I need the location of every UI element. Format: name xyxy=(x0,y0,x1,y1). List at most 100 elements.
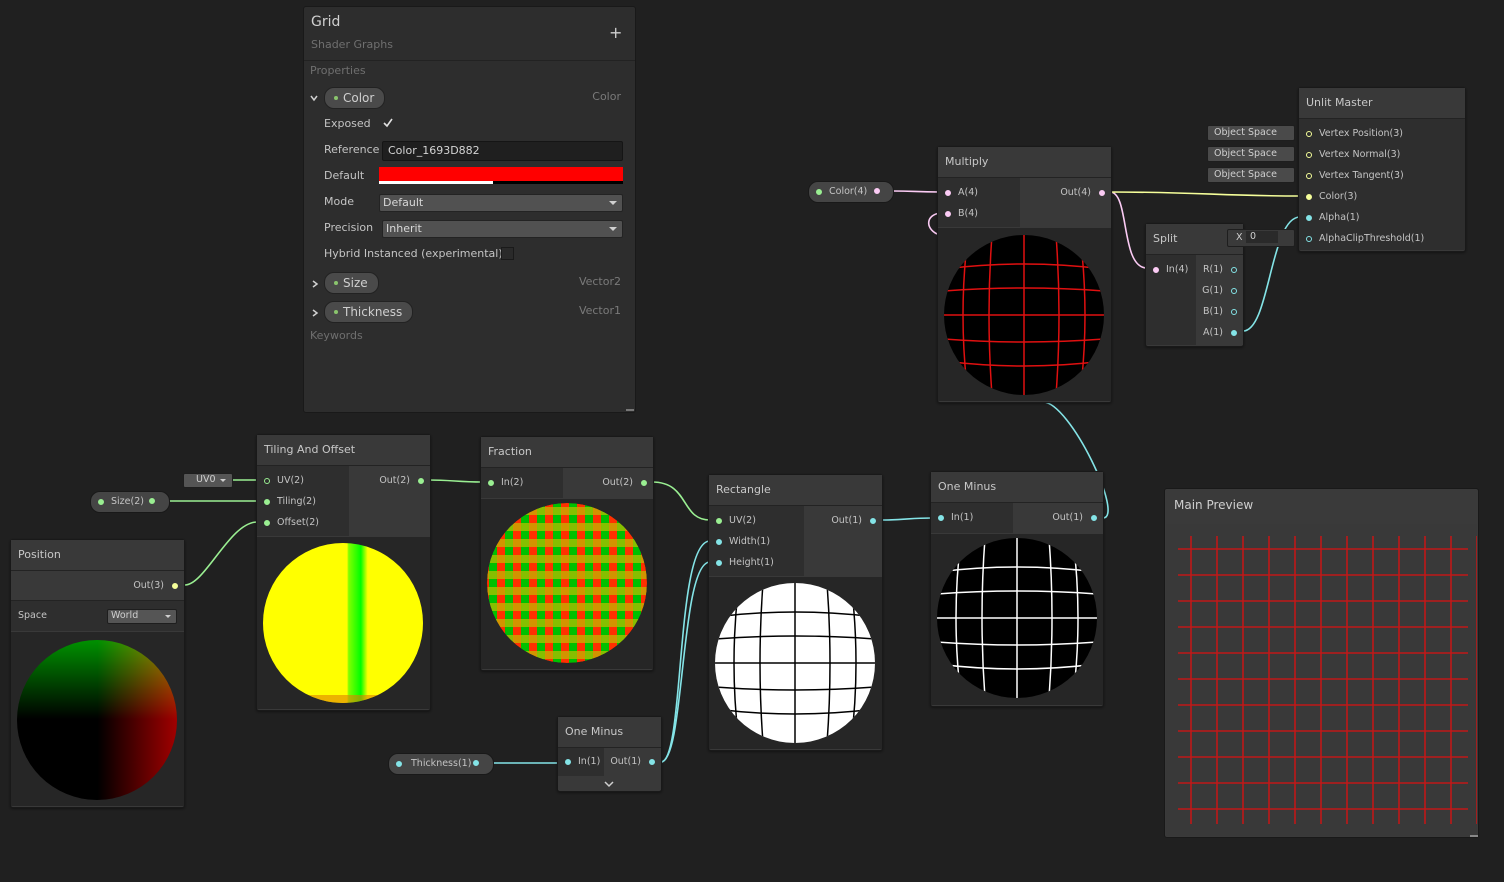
vertex-position-space[interactable]: Object Space xyxy=(1207,125,1295,141)
output-pane: R(1) G(1) B(1) A(1) xyxy=(1196,255,1243,345)
offset-in-port[interactable] xyxy=(264,520,270,526)
reference-label: Reference xyxy=(324,143,380,156)
tiling-and-offset-node[interactable]: Tiling And Offset UV(2) Tiling(2) Offset… xyxy=(256,434,431,711)
chevron-down-icon[interactable] xyxy=(310,92,318,102)
node-ports: In(2) Out(2) xyxy=(481,468,653,498)
wire-oneminus-to-height xyxy=(660,561,711,763)
one-minus-node-thickness[interactable]: One Minus In(1) Out(1) xyxy=(557,716,662,792)
property-dot-icon xyxy=(98,499,104,505)
color-property-node[interactable]: Color(4) xyxy=(808,181,894,203)
reference-field[interactable]: Color_1693D882 xyxy=(382,141,623,161)
default-color-swatch[interactable] xyxy=(379,167,623,184)
out-port-label: B(1) xyxy=(1203,306,1223,317)
out-port[interactable] xyxy=(1099,190,1105,196)
alpha-clip-threshold-port[interactable] xyxy=(1306,236,1312,242)
in-port-label: Vertex Tangent(3) xyxy=(1319,170,1404,181)
space-control-label: Object Space xyxy=(1214,127,1277,138)
out-port[interactable] xyxy=(641,480,647,486)
exposed-label: Exposed xyxy=(324,117,371,130)
main-preview-viewport[interactable] xyxy=(1166,524,1478,836)
out-port[interactable] xyxy=(649,759,655,765)
vertex-tangent-space[interactable]: Object Space xyxy=(1207,167,1295,183)
a-out-port[interactable] xyxy=(1231,330,1237,336)
in-port-label: In(1) xyxy=(951,512,974,523)
node-ports: UV(2) Tiling(2) Offset(2) Out(2) xyxy=(257,466,430,536)
size-property-node[interactable]: Size(2) xyxy=(90,491,170,513)
hybrid-instanced-checkbox[interactable] xyxy=(501,247,514,260)
position-node[interactable]: Position Out(3) Space World xyxy=(10,539,185,808)
dropdown-arrow-icon xyxy=(220,479,226,482)
space-dropdown[interactable]: World xyxy=(107,609,177,624)
a-in-port[interactable] xyxy=(945,190,951,196)
fraction-node[interactable]: Fraction In(2) Out(2) xyxy=(480,436,654,671)
property-thickness-chip[interactable]: Thickness xyxy=(324,301,414,323)
out-port-label: Out(2) xyxy=(602,477,633,488)
unlit-master-node[interactable]: Unlit Master Vertex Position(3) Vertex N… xyxy=(1298,87,1466,252)
exposed-checkbox[interactable] xyxy=(382,117,394,129)
in-port-label: B(4) xyxy=(958,208,978,219)
height-in-port[interactable] xyxy=(716,560,722,566)
uv-in-port[interactable] xyxy=(716,518,722,524)
multiply-node[interactable]: Multiply A(4) B(4) Out(4) xyxy=(937,146,1112,403)
expand-preview-button[interactable] xyxy=(558,777,661,790)
vertex-normal-space[interactable]: Object Space xyxy=(1207,146,1295,162)
node-preview xyxy=(709,577,882,749)
tiling-in-port[interactable] xyxy=(264,499,270,505)
wire-rectangle-to-oneminus xyxy=(881,517,933,521)
size-out-port[interactable] xyxy=(149,498,155,504)
node-title: Multiply xyxy=(938,147,1111,178)
out-port[interactable] xyxy=(418,478,424,484)
alpha-clip-field[interactable]: 0 xyxy=(1246,231,1278,243)
uv-channel-dropdown[interactable]: UV0 xyxy=(183,473,233,488)
alpha-port[interactable] xyxy=(1306,215,1312,221)
chevron-right-icon[interactable] xyxy=(311,307,319,317)
node-ports: In(1) Out(1) xyxy=(558,748,661,776)
node-ports: In(1) Out(1) xyxy=(931,503,1103,533)
chevron-right-icon[interactable] xyxy=(311,278,319,288)
vertex-position-port[interactable] xyxy=(1306,131,1312,137)
b-in-port[interactable] xyxy=(945,211,951,217)
in-port[interactable] xyxy=(1153,267,1159,273)
in-port[interactable] xyxy=(565,759,571,765)
mode-dropdown[interactable]: Default xyxy=(379,194,623,212)
in-port[interactable] xyxy=(488,480,494,486)
vertex-tangent-port[interactable] xyxy=(1306,173,1312,179)
color-port[interactable] xyxy=(1306,194,1312,200)
out-port[interactable] xyxy=(870,518,876,524)
r-out-port[interactable] xyxy=(1231,267,1237,273)
thickness-property-node[interactable]: Thickness(1) xyxy=(388,753,494,775)
node-ports: In(4) R(1) G(1) B(1) A(1) xyxy=(1146,255,1243,345)
property-dot-icon xyxy=(396,761,402,767)
property-color-chip[interactable]: Color xyxy=(324,87,386,109)
wire-multiply-to-color xyxy=(1109,191,1301,197)
uv-in-port[interactable] xyxy=(264,478,270,484)
color-property-label: Color(4) xyxy=(829,186,868,197)
main-preview-window[interactable]: Main Preview xyxy=(1164,488,1479,838)
in-port-label: AlphaClipThreshold(1) xyxy=(1319,233,1425,244)
output-pane: Out(1) xyxy=(1013,503,1103,533)
vertex-normal-port[interactable] xyxy=(1306,152,1312,158)
thickness-out-port[interactable] xyxy=(473,760,479,766)
in-port-label: In(4) xyxy=(1166,264,1189,275)
out-port-label: A(1) xyxy=(1203,327,1223,338)
precision-dropdown[interactable]: Inherit xyxy=(382,220,623,238)
b-out-port[interactable] xyxy=(1231,309,1237,315)
add-property-button[interactable]: + xyxy=(609,23,622,42)
resize-handle[interactable] xyxy=(1470,835,1478,837)
alpha-clip-value-control[interactable]: X 0 xyxy=(1227,229,1295,247)
in-port-label: Vertex Position(3) xyxy=(1319,128,1404,139)
out-port[interactable] xyxy=(172,583,178,589)
g-out-port[interactable] xyxy=(1231,288,1237,294)
color-out-port[interactable] xyxy=(874,188,880,194)
property-size-chip[interactable]: Size xyxy=(324,272,379,294)
in-port[interactable] xyxy=(938,515,944,521)
output-pane: Out(4) xyxy=(1020,178,1111,227)
node-preview xyxy=(481,499,653,669)
rectangle-node[interactable]: Rectangle UV(2) Width(1) Height(1) Out(1… xyxy=(708,474,883,751)
one-minus-node-rectangle[interactable]: One Minus In(1) Out(1) xyxy=(930,471,1104,707)
node-ports: Vertex Position(3) Vertex Normal(3) Vert… xyxy=(1299,119,1465,250)
mode-label: Mode xyxy=(324,195,354,208)
width-in-port[interactable] xyxy=(716,539,722,545)
resize-handle[interactable] xyxy=(626,409,634,411)
out-port[interactable] xyxy=(1091,515,1097,521)
